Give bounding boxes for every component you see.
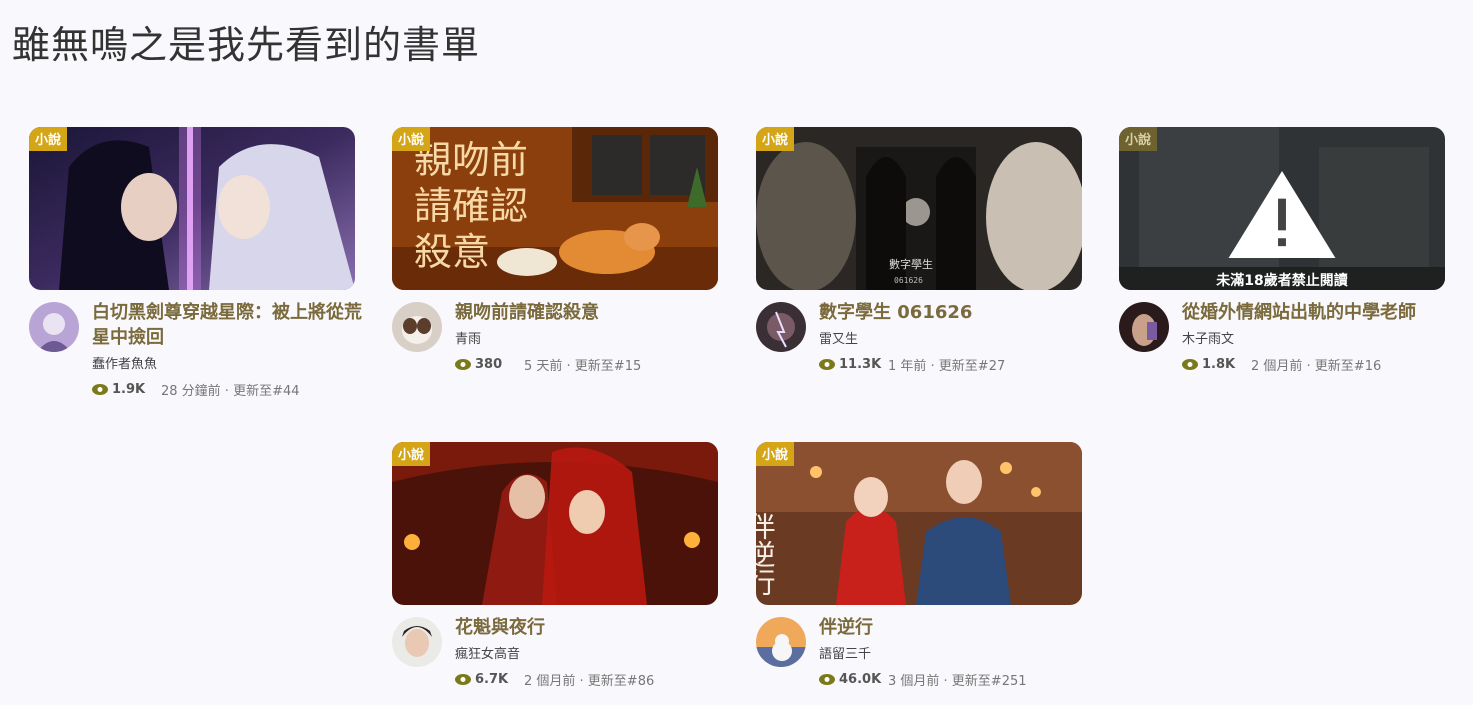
book-title[interactable]: 數字學生 061626: [819, 300, 1089, 325]
cover-image: 親吻前 請確認 殺意: [392, 127, 718, 290]
book-card[interactable]: 小說 花魁與夜行 瘋狂女高音 6.7K 2 個月前 · 更新至#86: [392, 442, 718, 705]
cover-text-line: 061626: [894, 276, 923, 285]
book-title[interactable]: 從婚外情網站出軌的中學老師: [1182, 300, 1452, 325]
category-badge: 小說: [392, 442, 431, 466]
book-author[interactable]: 雷又生: [819, 328, 1089, 347]
category-badge: 小說: [756, 127, 795, 151]
book-cover[interactable]: 小說: [392, 442, 718, 605]
author-avatar[interactable]: [392, 302, 442, 352]
cover-image: [392, 442, 718, 605]
cover-text-line: 數字學生: [889, 257, 933, 271]
category-badge: 小說: [1119, 127, 1158, 151]
category-badge: 小說: [29, 127, 68, 151]
eye-icon: [455, 359, 471, 370]
book-card[interactable]: 親吻前 請確認 殺意 小說 親吻前請確認殺意 青雨 380 5 天前 · 更新至…: [392, 127, 718, 410]
cover-image: 伴逆行: [756, 442, 1082, 605]
author-avatar[interactable]: [392, 617, 442, 667]
book-author[interactable]: 木子雨文: [1182, 328, 1452, 347]
view-count: 1.8K: [1202, 357, 1236, 372]
page-title: 雖無鳴之是我先看到的書單: [12, 23, 481, 67]
book-author[interactable]: 蠢作者魚魚: [92, 353, 362, 372]
book-cover[interactable]: 數字學生 061626 小說: [756, 127, 1082, 290]
cover-text-line: 請確認: [414, 184, 528, 228]
author-avatar[interactable]: [29, 302, 79, 352]
book-card[interactable]: 小說 白切黑劍尊穿越星際：被上將從荒星中撿回 蠢作者魚魚 1.9K 28 分鐘前…: [29, 127, 362, 410]
eye-icon: [819, 359, 835, 370]
book-title[interactable]: 白切黑劍尊穿越星際：被上將從荒星中撿回: [92, 300, 362, 350]
book-cover[interactable]: 未滿18歲者禁止閱讀 小說: [1119, 127, 1445, 290]
cover-text-line: 親吻前: [414, 138, 528, 182]
book-cover[interactable]: 小說: [29, 127, 355, 290]
book-title[interactable]: 花魁與夜行: [455, 615, 725, 640]
view-count: 11.3K: [839, 357, 882, 372]
cover-image: [29, 127, 355, 290]
book-card[interactable]: 數字學生 061626 小說 數字學生 061626 雷又生 11.3K 1 年…: [756, 127, 1082, 410]
warning-icon: [1228, 170, 1336, 259]
cover-text-line: 殺意: [414, 230, 490, 274]
cover-image: 數字學生 061626: [756, 127, 1082, 290]
view-count: 380: [475, 357, 503, 372]
author-avatar[interactable]: [756, 302, 806, 352]
book-cover[interactable]: 親吻前 請確認 殺意 小說: [392, 127, 718, 290]
view-count: 46.0K: [839, 672, 882, 687]
book-cover[interactable]: 伴逆行 小說: [756, 442, 1082, 605]
eye-icon: [1182, 359, 1198, 370]
book-card[interactable]: 伴逆行 小說 伴逆行 語留三千 46.0K 3 個月前 · 更新至#251: [756, 442, 1082, 705]
update-info: 2 個月前 · 更新至#16: [1251, 359, 1382, 374]
book-author[interactable]: 瘋狂女高音: [455, 643, 725, 662]
book-author[interactable]: 語留三千: [819, 643, 1089, 662]
update-info: 3 個月前 · 更新至#251: [888, 674, 1027, 689]
book-author[interactable]: 青雨: [455, 328, 725, 347]
book-title[interactable]: 親吻前請確認殺意: [455, 300, 725, 325]
category-badge: 小說: [756, 442, 795, 466]
author-avatar[interactable]: [756, 617, 806, 667]
age-warning-text: 未滿18歲者禁止閱讀: [1216, 273, 1348, 289]
author-avatar[interactable]: [1119, 302, 1169, 352]
book-title[interactable]: 伴逆行: [819, 615, 1089, 640]
cover-text-line: 伴逆行: [756, 512, 777, 596]
book-card[interactable]: 未滿18歲者禁止閱讀 小說 從婚外情網站出軌的中學老師 木子雨文 1.8K 2 …: [1119, 127, 1445, 410]
update-info: 28 分鐘前 · 更新至#44: [161, 384, 300, 399]
eye-icon: [819, 674, 835, 685]
eye-icon: [92, 384, 108, 395]
update-info: 5 天前 · 更新至#15: [524, 359, 642, 374]
view-count: 1.9K: [112, 382, 146, 397]
eye-icon: [455, 674, 471, 685]
category-badge: 小說: [392, 127, 431, 151]
update-info: 1 年前 · 更新至#27: [888, 359, 1006, 374]
update-info: 2 個月前 · 更新至#86: [524, 674, 655, 689]
view-count: 6.7K: [475, 672, 509, 687]
